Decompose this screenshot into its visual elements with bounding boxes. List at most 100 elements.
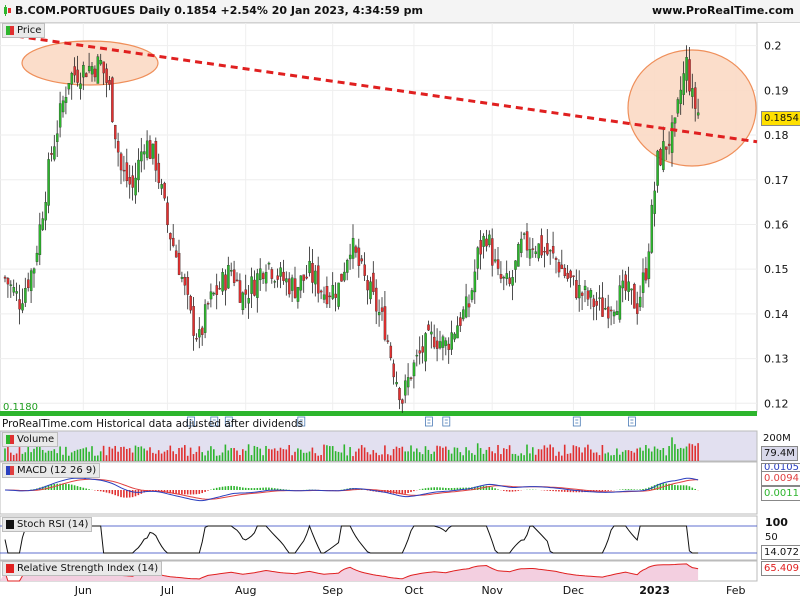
macd-histogram-bar [131, 490, 134, 498]
volume-bar [369, 454, 372, 461]
candle-body [3, 276, 7, 279]
candle-body [32, 268, 36, 274]
candle-body [250, 276, 253, 294]
volume-bar [450, 453, 453, 461]
macd-panel-frame [0, 461, 758, 515]
price-low-label: 0.1180 [3, 402, 38, 413]
volume-bar [265, 445, 267, 461]
volume-bar [105, 455, 108, 461]
candle-body [662, 141, 665, 170]
macd-histogram-bar [624, 489, 627, 490]
candle-body [656, 150, 659, 186]
volume-bar [511, 453, 514, 461]
volume-bar [636, 448, 638, 461]
volume-bar [607, 452, 609, 461]
volume-bar [215, 455, 218, 461]
candle-body [189, 295, 192, 311]
macd-histogram-bar [694, 488, 696, 490]
macd-histogram-bar [186, 490, 189, 495]
volume-bar [360, 445, 363, 461]
macd-histogram-bar [685, 485, 688, 490]
candle-body [218, 288, 221, 290]
macd-histogram-bar [491, 487, 493, 490]
candle-body [166, 202, 169, 226]
price-panel-label[interactable]: Price [2, 23, 46, 38]
stoch-top-tag: 100 [765, 516, 788, 529]
candle-body [667, 143, 671, 146]
price-tick-label: 0.13 [764, 353, 789, 366]
volume-bar [587, 444, 589, 461]
candle-body [282, 271, 285, 281]
volume-bar [259, 448, 261, 461]
volume-bar [244, 450, 247, 461]
candle-body [363, 264, 366, 276]
signal-value-tag: 0.0094 [761, 471, 800, 486]
candle-body [288, 278, 291, 295]
macd-histogram-bar [494, 488, 496, 490]
volume-bar [21, 453, 24, 461]
macd-histogram-bar [207, 490, 209, 491]
candle-body [70, 73, 74, 85]
volume-bar [297, 448, 299, 461]
candle-body [563, 267, 567, 277]
candle-body [479, 239, 482, 255]
candle-body [482, 235, 485, 247]
candle-body [453, 333, 456, 340]
volume-bar [392, 449, 395, 461]
volume-panel-label[interactable]: Volume [2, 432, 59, 447]
candle-body [488, 234, 491, 246]
volume-bar [320, 454, 322, 461]
candle-body [85, 73, 88, 78]
macd-histogram-bar [445, 487, 447, 490]
candle-body [441, 336, 445, 348]
volume-bar [410, 445, 412, 461]
candle-body [198, 329, 201, 338]
volume-bar [688, 443, 691, 461]
volume-bar [352, 456, 354, 461]
volume-bar [314, 453, 317, 461]
volume-bar [491, 451, 493, 461]
candle-body [58, 103, 62, 128]
x-tick-label: Feb [726, 584, 745, 597]
macd-histogram-bar [517, 490, 520, 491]
price-panel-baseline [0, 411, 757, 416]
candle-body [192, 306, 195, 336]
macd-histogram-bar [665, 483, 667, 490]
volume-bar [505, 449, 508, 461]
candle-body [276, 275, 279, 280]
candle-body [676, 99, 680, 114]
rsi-panel-label[interactable]: Relative Strength Index (14) [2, 561, 163, 576]
volume-bar [227, 450, 230, 461]
candle-body [244, 289, 248, 295]
volume-bar [517, 455, 520, 461]
macd-histogram-bar [79, 486, 82, 490]
chart-canvas[interactable]: 0.20.190.180.170.160.150.140.130.12 Jun J… [0, 0, 800, 600]
macd-histogram-bar [558, 490, 560, 492]
macd-panel-label[interactable]: MACD (12 26 9) [2, 463, 101, 478]
volume-bar [18, 447, 21, 461]
volume-bar [494, 453, 496, 461]
volume-bar [73, 450, 76, 461]
candle-body [444, 340, 448, 346]
volume-bar [534, 454, 537, 461]
macd-histogram-bar [97, 490, 99, 491]
volume-bar [268, 448, 270, 461]
candle-body [569, 270, 572, 278]
macd-histogram-bar [410, 490, 412, 493]
macd-histogram-bar [68, 484, 70, 490]
volume-bar [250, 455, 253, 461]
price-label-text: Price [17, 25, 42, 36]
macd-histogram-bar [268, 487, 270, 490]
candle-body [270, 269, 274, 279]
candle-body [392, 363, 395, 378]
candle-body [572, 275, 575, 277]
candle-body [406, 377, 410, 388]
volume-bar [79, 449, 82, 461]
candle-body [543, 251, 546, 253]
volume-bar [650, 451, 653, 461]
stochrsi-panel-label[interactable]: Stoch RSI (14) [2, 517, 93, 532]
candle-body [328, 295, 332, 298]
volume-bar [279, 447, 282, 461]
candle-body [511, 277, 514, 286]
macd-histogram-bar [604, 490, 607, 492]
